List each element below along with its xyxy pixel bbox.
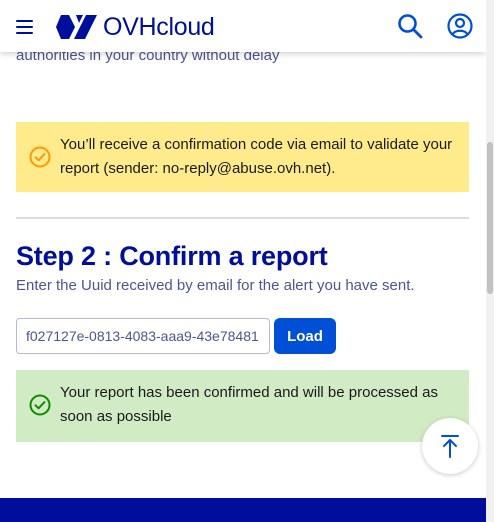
footer-band [0, 498, 486, 522]
report-confirmed-alert: Your report has been confirmed and will … [16, 370, 469, 442]
scroll-to-top-button[interactable] [422, 418, 478, 474]
load-button[interactable]: Load [274, 318, 336, 354]
step-2-description: Enter the Uuid received by email for the… [16, 277, 415, 294]
check-circle-icon [29, 146, 51, 168]
site-header: OVHcloud [0, 0, 486, 52]
scrollbar-thumb[interactable] [487, 142, 493, 294]
search-icon [398, 14, 423, 39]
page-viewport: authorities in your country without dela… [0, 0, 486, 522]
confirmation-info-text: You’ll receive a confirmation code via e… [60, 136, 453, 177]
confirmation-info-alert: You’ll receive a confirmation code via e… [16, 122, 469, 192]
report-confirmed-text: Your report has been confirmed and will … [60, 384, 439, 425]
user-circle-icon [447, 13, 473, 39]
hamburger-menu-button[interactable] [12, 14, 38, 40]
logo-text: OVHcloud [103, 12, 215, 41]
uuid-input[interactable] [16, 318, 270, 354]
step-2-title: Step 2 : Confirm a report [16, 241, 328, 271]
check-circle-icon [29, 394, 51, 416]
hamburger-icon [16, 20, 33, 22]
search-button[interactable] [396, 12, 424, 40]
arrow-up-to-top-icon [441, 435, 459, 458]
section-divider [16, 217, 469, 219]
page-scrollbar[interactable] [486, 0, 494, 522]
ovhcloud-logo-mark [56, 15, 97, 39]
account-button[interactable] [446, 12, 474, 40]
ovhcloud-logo[interactable]: OVHcloud [56, 13, 215, 41]
